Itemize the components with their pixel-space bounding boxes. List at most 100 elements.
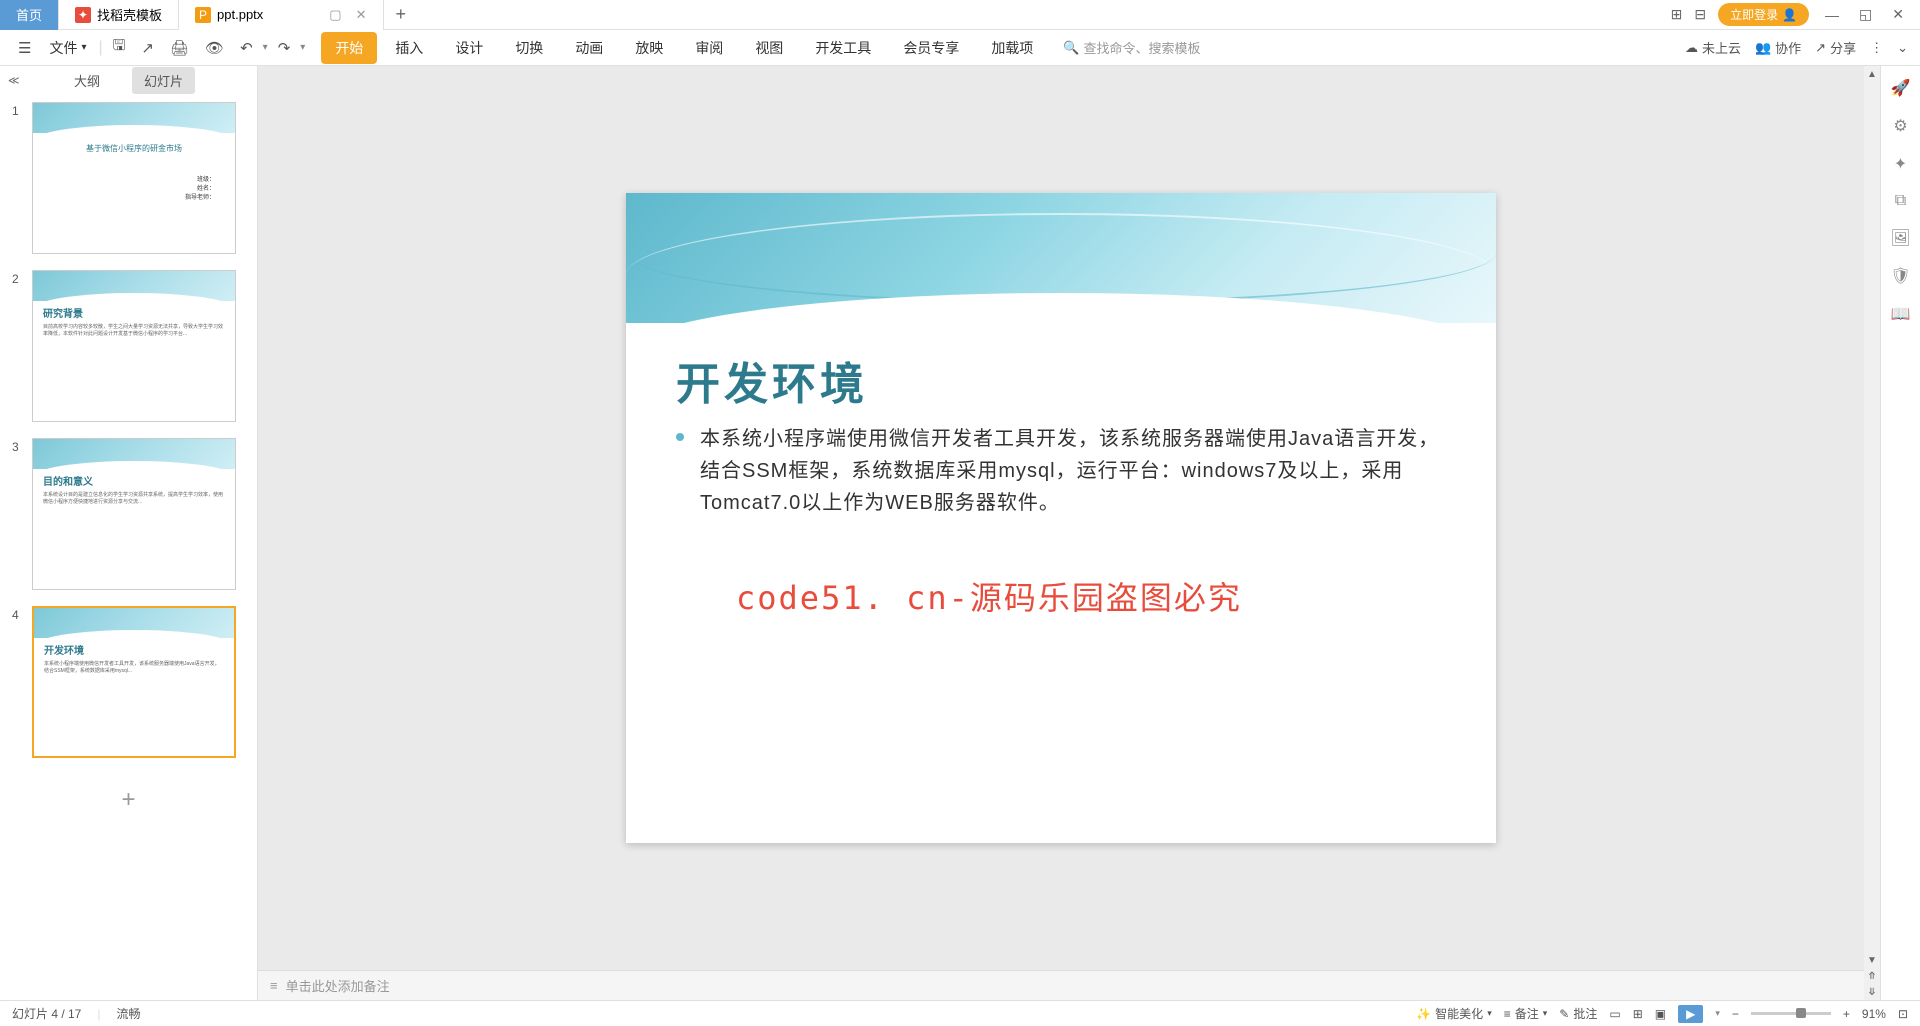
statusbar: 幻灯片 4 / 17 | 流畅 ✨智能美化▾ ≡备注▾ ✎批注 ▭ ⊞ ▣ ▶ … (0, 1000, 1920, 1026)
slides-tab[interactable]: 幻灯片 (132, 67, 195, 94)
minimize-button[interactable]: — (1821, 7, 1843, 23)
slide-view: 开发环境 本系统小程序端使用微信开发者工具开发，该系统服务器端使用Java语言开… (258, 66, 1864, 970)
wand-icon: ✨ (1416, 1007, 1431, 1021)
add-tab-button[interactable]: + (384, 4, 419, 25)
search-box[interactable]: 🔍 查找命令、搜索模板 (1063, 38, 1200, 57)
cloud-icon: ☁ (1685, 40, 1698, 56)
zoom-out-button[interactable]: − (1732, 1007, 1739, 1021)
next-slide-icon[interactable]: ⤋ (1864, 984, 1880, 1000)
slide-background (626, 193, 1496, 323)
settings-icon[interactable]: ⚙ (1893, 116, 1907, 136)
slide-panel: ≪ 大纲 幻灯片 1 基于微信小程序的研金市场 班级： 姓名： 指导老师： 2 (0, 66, 258, 1000)
avatar-icon: 👤 (1782, 8, 1797, 22)
normal-view-icon[interactable]: ▭ (1609, 1007, 1620, 1021)
notes-placeholder: 单击此处添加备注 (286, 976, 390, 995)
thumb-num: 3 (12, 438, 24, 590)
ribbon-tab-design[interactable]: 设计 (441, 32, 497, 64)
tab-home[interactable]: 首页 (0, 0, 59, 30)
zoom-level[interactable]: 91% (1862, 1007, 1886, 1021)
sorter-view-icon[interactable]: ⊞ (1633, 1007, 1643, 1021)
reading-view-icon[interactable]: ▣ (1655, 1007, 1666, 1021)
comment-icon: ✎ (1559, 1007, 1569, 1021)
scroll-up-icon[interactable]: ▲ (1864, 66, 1880, 82)
maximize-button[interactable]: ◱ (1855, 6, 1876, 23)
file-menu[interactable]: 文件▾ (41, 34, 94, 62)
share-icon: ↗ (1815, 40, 1826, 56)
titlebar: 首页 ✦ 找稻壳模板 P ppt.pptx ▢ ✕ + ⊞ ⊟ 立即登录 👤 —… (0, 0, 1920, 30)
add-slide-button[interactable]: + (121, 786, 135, 814)
copy-icon[interactable]: ⧉ (1895, 192, 1906, 210)
toolbar: ☰ 文件▾ | 🖫 ↗ 🖨 👁 ↶ ▾ ↷ ▾ 开始 插入 设计 切换 动画 放… (0, 30, 1920, 66)
chevron-down-icon[interactable]: ⌄ (1897, 40, 1908, 56)
notes-button[interactable]: ≡备注▾ (1504, 1005, 1548, 1022)
menu-icon[interactable]: ☰ (12, 35, 37, 61)
notes-icon: ≡ (1504, 1007, 1511, 1021)
ribbon-tab-review[interactable]: 审阅 (681, 32, 737, 64)
undo-icon[interactable]: ↶ (234, 35, 259, 61)
ribbon-tab-animation[interactable]: 动画 (561, 32, 617, 64)
thumb-row: 2 研究背景 目前高校学习内容较多较散，学生之间大量学习资源无法共享，导致大学生… (12, 270, 245, 422)
rocket-icon[interactable]: 🚀 (1891, 78, 1911, 98)
thumbnail-3[interactable]: 目的和意义 本系统设计目的是建立信息化的学生学习资源共享系统，提高学生学习效率，… (32, 438, 236, 590)
bullet-icon (676, 433, 684, 441)
image-icon[interactable]: 🖼 (1890, 228, 1910, 248)
docer-icon: ✦ (75, 7, 91, 23)
scroll-down-icon[interactable]: ▼ (1864, 952, 1880, 968)
ribbon-tab-member[interactable]: 会员专享 (889, 32, 973, 64)
layout-icon[interactable]: ⊞ (1671, 6, 1683, 23)
thumbnail-1[interactable]: 基于微信小程序的研金市场 班级： 姓名： 指导老师： (32, 102, 236, 254)
shield-icon[interactable]: 🛡 (1890, 266, 1910, 286)
search-icon: 🔍 (1063, 40, 1079, 56)
notes-bar[interactable]: ≡ 单击此处添加备注 (258, 970, 1864, 1000)
main-area: 开发环境 本系统小程序端使用微信开发者工具开发，该系统服务器端使用Java语言开… (258, 66, 1864, 1000)
thumbnail-2[interactable]: 研究背景 目前高校学习内容较多较散，学生之间大量学习资源无法共享，导致大学生学习… (32, 270, 236, 422)
cloud-button[interactable]: ☁未上云 (1685, 38, 1741, 57)
tab-template[interactable]: ✦ 找稻壳模板 (59, 0, 179, 30)
export-icon[interactable]: ↗ (135, 35, 160, 61)
thumb-row: 4 开发环境 本系统小程序端使用微信开发者工具开发，该系统服务器端使用Java语… (12, 606, 245, 758)
ppt-icon: P (195, 7, 211, 23)
collapse-icon[interactable]: ≪ (8, 74, 20, 87)
thumbnail-4[interactable]: 开发环境 本系统小程序端使用微信开发者工具开发，该系统服务器端使用Java语言开… (32, 606, 236, 758)
zoom-in-button[interactable]: + (1843, 1007, 1850, 1021)
thumb-num: 2 (12, 270, 24, 422)
thumb-row: 1 基于微信小程序的研金市场 班级： 姓名： 指导老师： (12, 102, 245, 254)
share-button[interactable]: ↗分享 (1815, 38, 1856, 57)
ribbon-tab-show[interactable]: 放映 (621, 32, 677, 64)
ribbon-tab-dev[interactable]: 开发工具 (801, 32, 885, 64)
slide-body: 本系统小程序端使用微信开发者工具开发，该系统服务器端使用Java语言开发，结合S… (676, 423, 1446, 519)
apps-icon[interactable]: ⊟ (1694, 6, 1706, 23)
collab-button[interactable]: 👥协作 (1755, 38, 1801, 57)
more-icon[interactable]: ⋮ (1870, 40, 1883, 56)
preview-icon[interactable]: 👁 (199, 35, 230, 61)
slide-title: 开发环境 (676, 348, 868, 412)
comments-button[interactable]: ✎批注 (1559, 1005, 1597, 1022)
ribbon-tab-transition[interactable]: 切换 (501, 32, 557, 64)
book-icon[interactable]: 📖 (1891, 304, 1911, 324)
play-button[interactable]: ▶ (1678, 1005, 1703, 1023)
print-icon[interactable]: 🖨 (164, 35, 195, 61)
close-button[interactable]: ✕ (1888, 6, 1908, 23)
redo-icon[interactable]: ↷ (272, 35, 297, 61)
close-icon[interactable]: ✕ (356, 7, 367, 23)
sparkle-icon[interactable]: ✦ (1894, 154, 1907, 174)
prev-slide-icon[interactable]: ⤊ (1864, 968, 1880, 984)
outline-tab[interactable]: 大纲 (62, 67, 112, 94)
login-button[interactable]: 立即登录 👤 (1718, 3, 1809, 26)
zoom-slider[interactable] (1751, 1012, 1831, 1015)
ribbon-tab-start[interactable]: 开始 (321, 32, 377, 64)
tab-ppt-file[interactable]: P ppt.pptx ▢ ✕ (179, 0, 383, 30)
save-icon[interactable]: 🖫 (107, 31, 132, 64)
beautify-button[interactable]: ✨智能美化▾ (1416, 1005, 1492, 1022)
ribbon-tab-insert[interactable]: 插入 (381, 32, 437, 64)
vertical-scrollbar[interactable]: ▲ ▼ ⤊ ⤋ (1864, 66, 1880, 1000)
slide-counter: 幻灯片 4 / 17 (12, 1005, 81, 1022)
present-icon[interactable]: ▢ (329, 7, 341, 23)
content-area: ≪ 大纲 幻灯片 1 基于微信小程序的研金市场 班级： 姓名： 指导老师： 2 (0, 66, 1920, 1000)
titlebar-right: ⊞ ⊟ 立即登录 👤 — ◱ ✕ (1671, 3, 1920, 26)
thumbnails: 1 基于微信小程序的研金市场 班级： 姓名： 指导老师： 2 研究背景 目前高校… (0, 94, 257, 1000)
ribbon-tab-addon[interactable]: 加载项 (977, 32, 1047, 64)
fit-icon[interactable]: ⊡ (1898, 1007, 1908, 1021)
current-slide[interactable]: 开发环境 本系统小程序端使用微信开发者工具开发，该系统服务器端使用Java语言开… (626, 193, 1496, 843)
ribbon-tab-view[interactable]: 视图 (741, 32, 797, 64)
